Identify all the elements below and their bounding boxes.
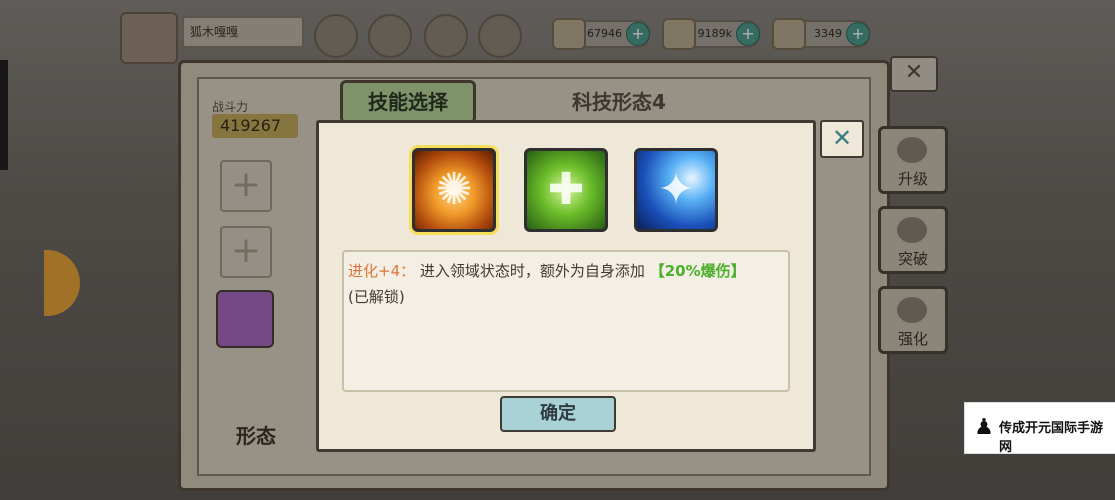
skill-fire-vortex[interactable]: ✺ bbox=[412, 148, 496, 232]
description-unlock-status: (已解锁) bbox=[348, 288, 405, 306]
description-prefix: 进化+4： bbox=[348, 262, 416, 280]
skill-heal[interactable]: ✚ bbox=[524, 148, 608, 232]
dialog-close-button[interactable]: ✕ bbox=[820, 120, 864, 158]
skill-star-burst[interactable]: ✦ bbox=[634, 148, 718, 232]
meeple-icon: ♟ bbox=[974, 415, 994, 440]
watermark-text: 传成开元国际手游网 bbox=[999, 421, 1104, 455]
confirm-button[interactable]: 确定 bbox=[500, 396, 616, 432]
star-icon: ✦ bbox=[657, 164, 695, 215]
description-highlight: 【20%爆伤】 bbox=[649, 262, 746, 280]
watermark: ♟ 传成开元国际手游网 bbox=[964, 402, 1115, 455]
heal-icon: ✚ bbox=[547, 164, 585, 215]
fire-icon: ✺ bbox=[435, 164, 473, 215]
description-body: 进入领域状态时，额外为自身添加 bbox=[419, 262, 645, 280]
skill-description: 进化+4： 进入领域状态时，额外为自身添加 【20%爆伤】 (已解锁) bbox=[348, 258, 778, 310]
